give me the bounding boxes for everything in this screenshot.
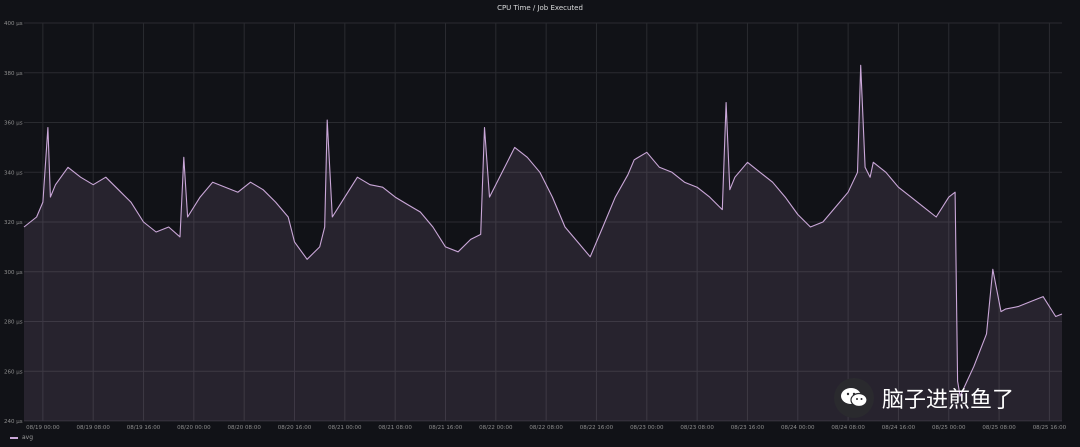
series-area-avg: [24, 65, 1062, 422]
legend-label-avg: avg: [22, 434, 34, 441]
x-tick-label: 08/23 16:00: [731, 425, 765, 431]
x-tick-label: 08/21 16:00: [429, 425, 463, 431]
x-tick-label: 08/19 16:00: [127, 425, 161, 431]
x-tick-label: 08/23 00:00: [630, 425, 664, 431]
y-tick-label: 400 µs: [4, 21, 23, 27]
x-tick-label: 08/25 16:00: [1033, 425, 1067, 431]
wechat-icon: [834, 378, 874, 418]
x-tick-label: 08/22 00:00: [479, 425, 513, 431]
x-tick-label: 08/23 08:00: [680, 425, 714, 431]
x-tick-label: 08/24 16:00: [882, 425, 916, 431]
x-tick-label: 08/24 00:00: [781, 425, 815, 431]
y-tick-label: 300 µs: [4, 270, 23, 276]
watermark: 脑子进煎鱼了: [834, 378, 1014, 418]
x-tick-label: 08/25 00:00: [932, 425, 966, 431]
y-tick-label: 240 µs: [4, 419, 23, 425]
x-tick-label: 08/25 08:00: [982, 425, 1016, 431]
x-tick-label: 08/22 16:00: [580, 425, 614, 431]
x-tick-label: 08/22 08:00: [529, 425, 563, 431]
y-tick-label: 380 µs: [4, 71, 23, 77]
x-tick-label: 08/19 08:00: [76, 425, 110, 431]
x-tick-label: 08/19 00:00: [26, 425, 60, 431]
chart-panel: CPU Time / Job Executed 240 µs 260 µs 280 …: [0, 0, 1080, 447]
y-tick-label: 320 µs: [4, 220, 23, 226]
x-tick-label: 08/20 00:00: [177, 425, 211, 431]
y-tick-label: 360 µs: [4, 121, 23, 127]
y-tick-label: 280 µs: [4, 320, 23, 326]
watermark-text: 脑子进煎鱼了: [882, 388, 1015, 413]
x-tick-label: 08/24 08:00: [831, 425, 865, 431]
x-tick-label: 08/21 00:00: [328, 425, 362, 431]
x-tick-label: 08/21 08:00: [378, 425, 412, 431]
y-tick-label: 340 µs: [4, 170, 23, 176]
y-tick-label: 260 µs: [4, 369, 23, 375]
x-tick-label: 08/20 08:00: [227, 425, 261, 431]
legend-swatch-avg: [10, 436, 18, 439]
legend[interactable]: avg: [10, 434, 33, 441]
x-tick-label: 08/20 16:00: [278, 425, 312, 431]
